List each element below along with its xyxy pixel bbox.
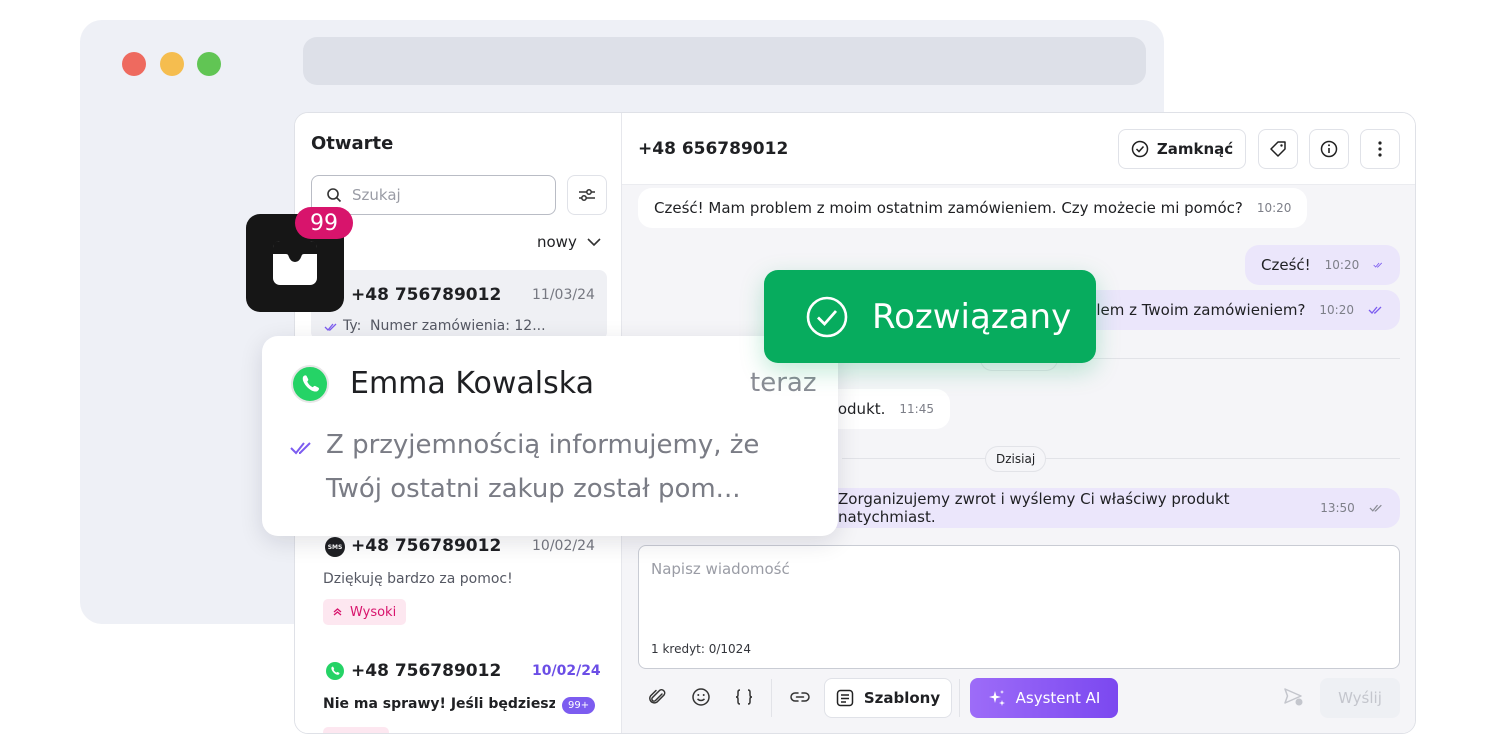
item-preview: Numer zamówienia: 12... xyxy=(370,318,546,334)
emoji-button[interactable] xyxy=(685,681,717,713)
message-input[interactable]: Napisz wiadomość 1 kredyt: 0/1024 xyxy=(638,545,1400,669)
close-window-icon[interactable] xyxy=(122,52,146,76)
braces-icon xyxy=(735,689,753,705)
more-vertical-icon xyxy=(1378,141,1382,157)
list-item[interactable]: +48 756789012 11/03/24 Ty: Numer zamówie… xyxy=(311,270,607,340)
inbox-tray-icon xyxy=(273,241,317,285)
paperclip-icon xyxy=(649,689,666,704)
templates-label: Szablony xyxy=(863,689,941,707)
date-divider-label: Dzisiaj xyxy=(985,446,1047,472)
message-outgoing: blem z Twoim zamówieniem? 10:20 xyxy=(1062,290,1400,330)
priority-tag xyxy=(323,727,389,733)
variables-button[interactable] xyxy=(728,681,760,713)
item-date: 10/02/24 xyxy=(532,663,601,679)
message-placeholder: Napisz wiadomość xyxy=(651,560,790,578)
list-item[interactable]: SMS +48 756789012 10/02/24 Dziękuję bard… xyxy=(311,525,607,635)
toolbar-divider xyxy=(959,679,960,717)
search-placeholder: Szukaj xyxy=(352,186,401,204)
attach-button[interactable] xyxy=(642,681,674,713)
sparkles-icon xyxy=(988,690,1005,706)
item-preview: Nie ma sprawy! Jeśli będziesz... xyxy=(323,696,555,712)
item-phone: +48 756789012 xyxy=(351,285,502,305)
notification-card[interactable]: Emma Kowalska teraz Z przyjemnością info… xyxy=(262,336,838,536)
more-options-button[interactable] xyxy=(1360,129,1400,169)
item-preview: Dziękuję bardzo za pomoc! xyxy=(323,571,513,587)
link-button[interactable] xyxy=(784,681,816,713)
address-bar[interactable] xyxy=(303,37,1146,85)
message-time: 10:20 xyxy=(1319,303,1354,317)
info-button[interactable] xyxy=(1309,129,1349,169)
tag-icon xyxy=(1270,141,1286,157)
double-check-icon xyxy=(1373,262,1383,268)
ai-assistant-button[interactable]: Asystent AI xyxy=(970,678,1118,718)
unread-count-badge: 99+ xyxy=(562,697,596,714)
tag-button[interactable] xyxy=(1258,129,1298,169)
resolved-status-label: Rozwiązany xyxy=(872,296,1072,337)
message-time: 11:45 xyxy=(899,402,934,416)
priority-label: Wysoki xyxy=(350,604,397,620)
chevrons-up-icon xyxy=(333,608,342,616)
smile-icon xyxy=(692,688,710,706)
double-check-icon xyxy=(1369,504,1382,512)
message-time: 13:50 xyxy=(1320,501,1355,515)
info-icon xyxy=(1320,140,1338,158)
scheduled-send-icon xyxy=(1284,688,1303,706)
notification-message-line2: Twój ostatni zakup został pom... xyxy=(326,474,741,504)
whatsapp-icon xyxy=(326,662,344,680)
maximize-window-icon[interactable] xyxy=(197,52,221,76)
message-incoming: Cześć! Mam problem z moim ostatnim zamów… xyxy=(638,188,1308,228)
filter-button[interactable] xyxy=(567,175,607,215)
check-circle-icon xyxy=(1131,140,1149,158)
resolved-status-toast: Rozwiązany xyxy=(764,270,1096,363)
minimize-window-icon[interactable] xyxy=(160,52,184,76)
list-item[interactable]: +48 756789012 10/02/24 Nie ma sprawy! Je… xyxy=(311,653,607,733)
sort-label: nowy xyxy=(537,233,577,251)
item-date: 11/03/24 xyxy=(532,287,595,303)
check-circle-icon xyxy=(806,296,848,337)
notification-message-line1: Z przyjemnością informujemy, że xyxy=(326,430,760,460)
double-check-icon xyxy=(324,323,337,331)
sidebar-title: Otwarte xyxy=(311,133,394,154)
message-outgoing: Zorganizujemy zwrot i wyślemy Ci właściw… xyxy=(822,488,1400,528)
unread-badge: 99 xyxy=(295,207,353,239)
close-conversation-label: Zamknąć xyxy=(1156,140,1234,158)
item-date: 10/02/24 xyxy=(532,538,595,554)
templates-button[interactable]: Szablony xyxy=(824,678,952,718)
date-divider xyxy=(842,458,1400,459)
search-icon xyxy=(327,188,342,203)
double-check-icon xyxy=(1368,306,1382,314)
sort-dropdown[interactable]: nowy xyxy=(537,233,601,251)
template-icon xyxy=(836,689,854,707)
priority-tag[interactable]: Wysoki xyxy=(323,599,407,625)
send-label: Wyślij xyxy=(1338,689,1382,707)
link-icon xyxy=(790,692,810,702)
notification-time: teraz xyxy=(750,368,817,398)
item-phone: +48 756789012 xyxy=(351,661,502,681)
notification-sender: Emma Kowalska xyxy=(350,366,594,401)
item-preview-prefix: Ty: xyxy=(343,318,362,334)
message-time: 10:20 xyxy=(1324,258,1360,272)
message-time: 10:20 xyxy=(1256,201,1292,215)
close-conversation-button[interactable]: Zamknąć xyxy=(1118,129,1246,169)
schedule-send-button[interactable] xyxy=(1278,681,1310,713)
message-text: odukt. xyxy=(837,400,886,418)
chat-header: +48 656789012 Zamknąć xyxy=(622,113,1415,185)
toolbar-divider xyxy=(771,679,772,717)
item-phone: +48 756789012 xyxy=(351,536,502,556)
ai-assistant-label: Asystent AI xyxy=(1015,689,1101,707)
send-button[interactable]: Wyślij xyxy=(1320,678,1400,718)
whatsapp-icon xyxy=(291,365,329,403)
message-outgoing: Cześć! 10:20 xyxy=(1245,245,1400,285)
message-text: Cześć! Mam problem z moim ostatnim zamów… xyxy=(654,199,1243,217)
message-text: Zorganizujemy zwrot i wyślemy Ci właściw… xyxy=(838,490,1230,526)
sms-icon: SMS xyxy=(325,537,345,557)
message-text: Cześć! xyxy=(1261,256,1311,274)
sliders-icon xyxy=(579,189,595,201)
message-text: blem z Twoim zamówieniem? xyxy=(1086,301,1306,319)
chat-phone: +48 656789012 xyxy=(638,139,789,159)
search-input[interactable]: Szukaj xyxy=(311,175,556,215)
double-check-icon xyxy=(290,442,311,455)
credit-counter: 1 kredyt: 0/1024 xyxy=(651,642,751,656)
chevron-down-icon xyxy=(587,237,601,246)
